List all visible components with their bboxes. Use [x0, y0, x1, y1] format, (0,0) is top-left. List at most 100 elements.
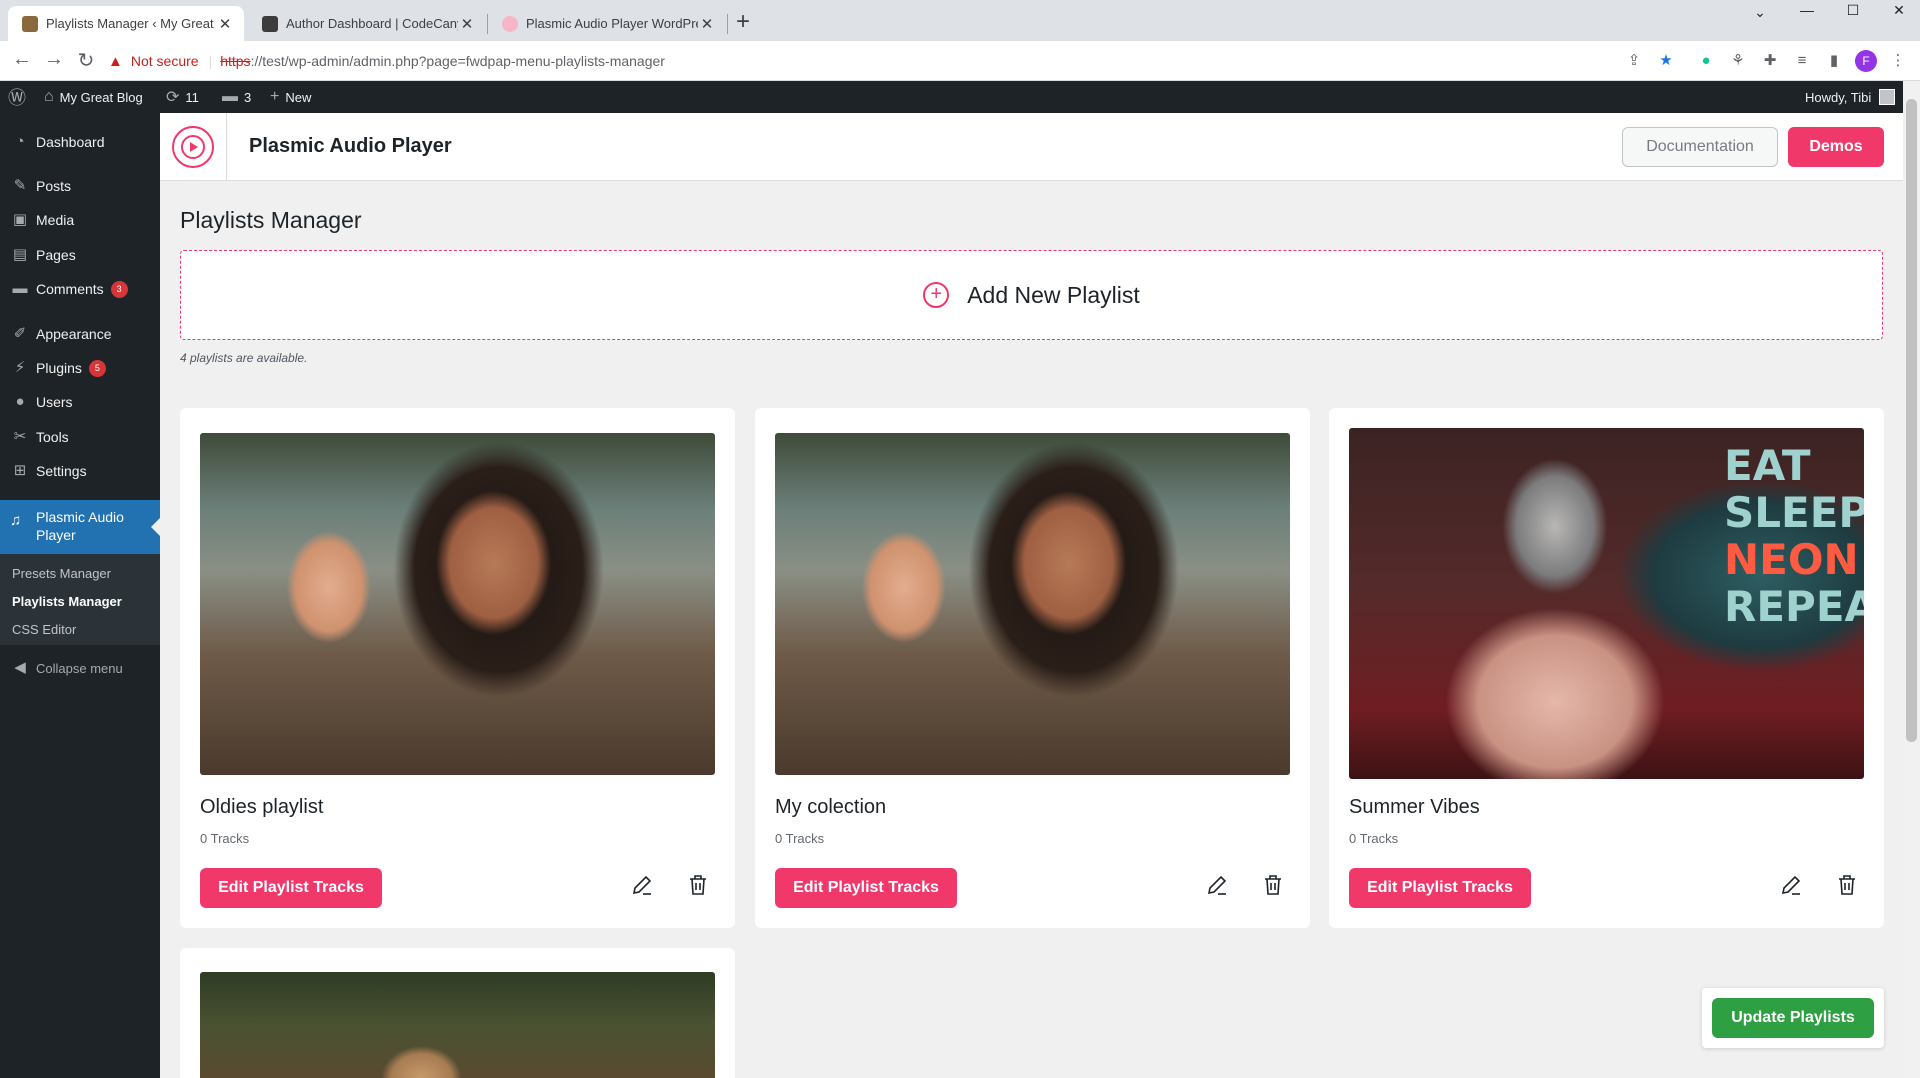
- pencil-icon[interactable]: [1202, 873, 1232, 903]
- bookmark-star-icon[interactable]: ★: [1655, 50, 1677, 72]
- sidebar-item-label: Dashboard: [36, 134, 105, 150]
- extension-sync-icon[interactable]: ⚘: [1727, 50, 1749, 72]
- share-icon[interactable]: ⇪: [1623, 50, 1645, 72]
- collapse-menu-button[interactable]: ◀ Collapse menu: [0, 653, 160, 683]
- minimize-icon[interactable]: —: [1784, 0, 1830, 20]
- neon-sign: EAT SLEEP NEON REPEAT: [1724, 442, 1864, 630]
- playlist-thumbnail: [200, 433, 715, 775]
- reload-icon[interactable]: ↻: [72, 48, 100, 73]
- trash-icon[interactable]: [683, 873, 713, 903]
- sidebar-item-media[interactable]: ▣ Media: [0, 203, 160, 237]
- tab-search-chevron-icon[interactable]: ⌄: [1737, 2, 1783, 22]
- tab-title: Plasmic Audio Player WordPress: [526, 16, 698, 31]
- close-icon[interactable]: ✕: [698, 15, 716, 33]
- pushpin-icon: ✎: [13, 177, 27, 194]
- new-label: New: [285, 89, 312, 105]
- puzzle-extensions-icon[interactable]: ✚: [1759, 50, 1781, 72]
- back-arrow-icon[interactable]: ←: [8, 48, 36, 71]
- wrench-icon: ✂: [13, 428, 27, 445]
- window-close-icon[interactable]: ✕: [1876, 0, 1920, 20]
- plasmic-logo-icon: [172, 126, 214, 168]
- pages-icon: ▤: [12, 246, 28, 263]
- playlist-thumbnail: [775, 433, 1290, 775]
- sidebar-item-plasmic-audio-player[interactable]: ♫ Plasmic Audio Player: [0, 500, 160, 554]
- new-content-link[interactable]: + New: [270, 81, 311, 113]
- trash-icon[interactable]: [1258, 873, 1288, 903]
- collapse-arrow-icon: ◀: [14, 659, 26, 676]
- playlist-track-count: 0 Tracks: [1349, 831, 1399, 846]
- tab-author-dashboard[interactable]: Author Dashboard | CodeCanyon ✕: [248, 6, 486, 41]
- close-icon[interactable]: ✕: [216, 15, 234, 33]
- sidebar-item-comments[interactable]: ▬ Comments 3: [0, 272, 160, 306]
- sidebar-item-posts[interactable]: ✎ Posts: [0, 169, 160, 203]
- comments-link[interactable]: ▬ 3: [222, 81, 251, 113]
- tab-title: Author Dashboard | CodeCanyon: [286, 16, 458, 31]
- playlist-thumbnail: EAT SLEEP NEON REPEAT: [1349, 428, 1864, 779]
- page-title: Playlists Manager: [180, 207, 362, 233]
- sidebar-item-label: Users: [36, 394, 73, 410]
- warning-icon: ▲: [108, 52, 123, 70]
- update-playlists-button[interactable]: Update Playlists: [1712, 998, 1874, 1038]
- close-icon[interactable]: ✕: [458, 15, 476, 33]
- neon-line: NEON: [1724, 535, 1859, 584]
- site-name-link[interactable]: ⌂ My Great Blog: [44, 81, 143, 113]
- dashboard-gauge-icon: ◔: [15, 133, 25, 150]
- edit-playlist-tracks-button[interactable]: Edit Playlist Tracks: [775, 868, 957, 908]
- playlist-card: My colection 0 Tracks Edit Playlist Trac…: [755, 408, 1310, 928]
- url-scheme: https: [220, 53, 251, 69]
- admin-sidebar: ◔ Dashboard ✎ Posts ▣ Media ▤ Pages ▬ Co…: [0, 113, 160, 1078]
- edit-playlist-tracks-button[interactable]: Edit Playlist Tracks: [200, 868, 382, 908]
- submenu-playlists-manager[interactable]: Playlists Manager: [0, 588, 160, 616]
- wp-admin-bar: Ⓦ ⌂ My Great Blog ⟳ 11 ▬ 3 + New Howdy, …: [0, 81, 1920, 113]
- scrollbar-thumb[interactable]: [1906, 99, 1917, 742]
- sidebar-item-label: Plugins: [36, 360, 82, 376]
- grammarly-icon[interactable]: ●: [1695, 50, 1717, 72]
- comment-bubble-icon: ▬: [222, 88, 238, 105]
- playlist-card: EAT SLEEP NEON REPEAT Summer Vibes 0 Tra…: [1329, 408, 1884, 928]
- sidebar-item-users[interactable]: ● Users: [0, 385, 160, 419]
- sidebar-item-label: Media: [36, 212, 75, 228]
- tab-plasmic-audio-player[interactable]: Plasmic Audio Player WordPress ✕: [488, 6, 726, 41]
- documentation-button[interactable]: Documentation: [1622, 127, 1778, 167]
- reading-list-icon[interactable]: ≡: [1791, 50, 1813, 72]
- codecanyon-favicon-icon: [262, 15, 278, 32]
- profile-avatar[interactable]: F: [1855, 50, 1877, 72]
- sidebar-item-plugins[interactable]: ⚡ Plugins 5: [0, 351, 160, 385]
- greeting-label: Howdy, Tibi: [1805, 89, 1872, 105]
- pencil-icon[interactable]: [627, 873, 657, 903]
- wordpress-logo-icon[interactable]: Ⓦ: [8, 81, 32, 113]
- comments-count: 3: [244, 89, 252, 105]
- forward-arrow-icon[interactable]: →: [40, 48, 68, 71]
- wordpress-favicon-icon: [22, 15, 38, 32]
- update-bar: Update Playlists: [1702, 988, 1884, 1048]
- address-bar[interactable]: ▲ Not secure | https ://test/wp-admin/ad…: [108, 46, 1676, 76]
- submenu-css-editor[interactable]: CSS Editor: [0, 616, 160, 644]
- pencil-icon[interactable]: [1776, 873, 1806, 903]
- user-icon: ●: [15, 393, 25, 410]
- browser-menu-icon[interactable]: ⋮: [1887, 50, 1909, 72]
- maximize-icon[interactable]: ☐: [1830, 0, 1876, 20]
- tab-playlists-manager[interactable]: Playlists Manager ‹ My Great Blo ✕: [8, 6, 244, 41]
- address-divider: |: [208, 53, 213, 69]
- current-menu-arrow: [151, 518, 160, 536]
- headphones-icon: ♫: [10, 512, 22, 529]
- sidebar-item-pages[interactable]: ▤ Pages: [0, 238, 160, 272]
- side-panel-icon[interactable]: ▮: [1823, 50, 1845, 72]
- sidebar-item-dashboard[interactable]: ◔ Dashboard: [0, 125, 160, 159]
- plugin-title: Plasmic Audio Player: [249, 135, 452, 157]
- account-menu[interactable]: Howdy, Tibi: [1805, 81, 1896, 113]
- page-scrollbar[interactable]: [1903, 81, 1920, 1078]
- new-tab-icon[interactable]: +: [736, 8, 750, 36]
- sidebar-item-label: Posts: [36, 178, 72, 194]
- sidebar-item-appearance[interactable]: ✐ Appearance: [0, 317, 160, 351]
- submenu-presets-manager[interactable]: Presets Manager: [0, 560, 160, 588]
- paintbrush-icon: ✐: [13, 325, 27, 342]
- demos-button[interactable]: Demos: [1788, 127, 1884, 167]
- sidebar-item-tools[interactable]: ✂ Tools: [0, 420, 160, 454]
- plasmic-favicon-icon: [502, 15, 518, 32]
- updates-link[interactable]: ⟳ 11: [166, 81, 199, 113]
- trash-icon[interactable]: [1832, 873, 1862, 903]
- edit-playlist-tracks-button[interactable]: Edit Playlist Tracks: [1349, 868, 1531, 908]
- add-new-playlist-button[interactable]: + Add New Playlist: [180, 250, 1883, 340]
- sidebar-item-settings[interactable]: ⊞ Settings: [0, 454, 160, 488]
